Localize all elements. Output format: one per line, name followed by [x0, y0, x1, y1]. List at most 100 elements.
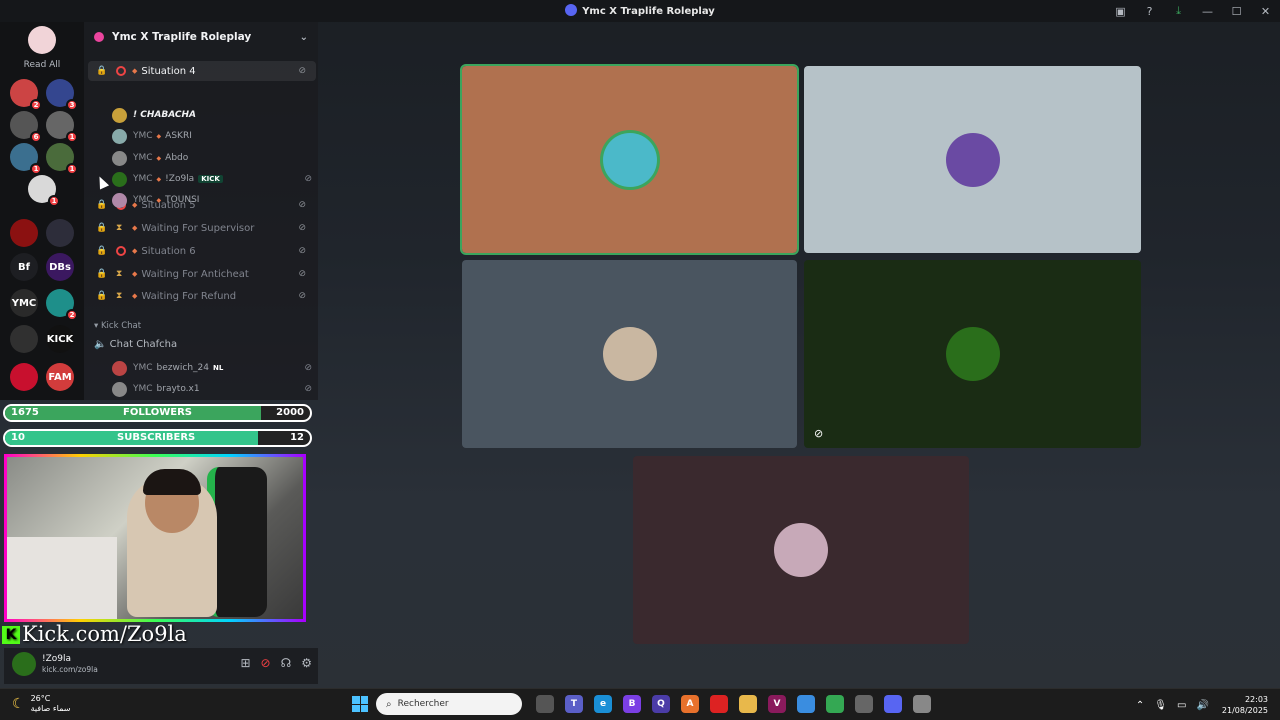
app-a-app-icon[interactable]: A [681, 695, 699, 713]
server-2[interactable]: 3 [46, 79, 78, 111]
server-3[interactable]: 6 [10, 111, 42, 143]
app-v-app-icon[interactable]: V [768, 695, 786, 713]
tile-abdo[interactable] [462, 260, 797, 448]
member-avatar [112, 192, 127, 208]
user-avatar[interactable] [12, 652, 36, 676]
voice-member[interactable]: YMC ◆ TOUNSI [112, 190, 312, 210]
unread-badge: 6 [30, 131, 42, 143]
app-b-app-icon[interactable]: B [623, 695, 641, 713]
eye-slash-icon[interactable]: ⊘ [298, 66, 306, 76]
minimize-button[interactable]: — [1193, 5, 1222, 18]
voice-member[interactable]: YMC bezwich_24 NL ⊘ [112, 358, 312, 378]
guild-header[interactable]: Ymc X Traplife Roleplay ⌄ [84, 22, 318, 52]
server-wolf[interactable] [10, 325, 38, 353]
voice-member[interactable]: YMC ◆ !Zo9la KICK ⊘ [112, 169, 312, 189]
channel-name: Waiting For Refund [141, 290, 237, 302]
gamepad-icon[interactable]: ⊞ [240, 656, 250, 670]
server-ymc-traplife[interactable]: 2 [46, 289, 78, 321]
server-8[interactable] [10, 219, 38, 247]
lock-icon: 🔒 [96, 66, 108, 76]
tile-tounsi[interactable] [633, 456, 969, 644]
voice-channel-0[interactable]: 🔒 ◆ Situation 4 ⊘ [88, 61, 316, 81]
voice-member[interactable]: YMC brayto.x1 ⊘ [112, 379, 312, 399]
participant-avatar [774, 523, 828, 577]
close-button[interactable]: ✕ [1251, 5, 1280, 18]
taskbar-clock[interactable]: 22:03 21/08/2025 [1222, 694, 1268, 716]
diamond-icon: ◆ [132, 270, 138, 278]
volume-icon[interactable]: 🔊 [1196, 700, 1208, 711]
voice-member[interactable]: YMC ◆ Abdo [112, 148, 312, 168]
chevron-up-icon[interactable]: ⌃ [1136, 700, 1144, 711]
category-kick-chat[interactable]: ▾ Kick Chat [94, 321, 141, 331]
app-q-app-icon[interactable]: Q [652, 695, 670, 713]
nl-badge: NL [213, 364, 224, 372]
discord-logo-icon [565, 4, 578, 16]
server-7[interactable]: 1 [28, 175, 60, 207]
edge-app-icon[interactable]: e [594, 695, 612, 713]
read-all-button[interactable]: Read All [0, 60, 84, 70]
server-5[interactable]: 1 [10, 143, 42, 175]
diamond-icon: ◆ [132, 292, 138, 300]
voice-channel-4[interactable]: 🔒 ⧗ ◆ Waiting For Anticheat ⊘ [88, 264, 316, 284]
server-red[interactable] [10, 363, 38, 391]
windows-start-icon[interactable] [352, 696, 368, 712]
lock-icon: 🔒 [96, 223, 108, 233]
server-fam[interactable]: FAM [46, 363, 74, 391]
voice-channel-chat-chafcha[interactable]: 🔈 Chat Chafcha [94, 339, 177, 350]
hourglass-icon: ⧗ [116, 269, 123, 279]
voice-member[interactable]: YMC ◆ ASKRI [112, 126, 312, 146]
maximize-button[interactable]: ☐ [1222, 5, 1251, 18]
taskbar: ☾ 26°C سماء صافية ⌕ Rechercher TeBQAV ⌃ 🎙 … [0, 688, 1280, 720]
monitor-icon[interactable]: ▭ [1177, 700, 1186, 711]
server-bf[interactable]: Bf [10, 253, 38, 281]
task-view-app-icon[interactable] [536, 695, 554, 713]
help-icon[interactable]: ? [1135, 5, 1164, 18]
explorer-app-icon[interactable] [739, 695, 757, 713]
voice-member[interactable]: ! CHABACHA [112, 105, 312, 125]
server-6[interactable]: 1 [46, 143, 78, 175]
home-avatar[interactable] [28, 26, 56, 54]
lock-icon: 🔒 [96, 246, 108, 256]
diamond-icon: ◆ [156, 154, 162, 162]
teams-app-icon[interactable]: T [565, 695, 583, 713]
settings-app-icon[interactable] [913, 695, 931, 713]
weather-widget[interactable]: ☾ 26°C سماء صافية [12, 694, 70, 714]
app-gear-app-icon[interactable] [855, 695, 873, 713]
mic-muted-icon[interactable]: ⊘ [261, 656, 271, 670]
chrome-app-icon[interactable] [826, 695, 844, 713]
channel-name: Situation 6 [141, 245, 196, 257]
webcam-bed [7, 537, 117, 619]
app-red-app-icon[interactable] [710, 695, 728, 713]
settings-gear-icon[interactable]: ⚙ [301, 656, 312, 670]
store-app-icon[interactable] [797, 695, 815, 713]
server-4[interactable]: 1 [46, 111, 78, 143]
headphones-icon[interactable]: ☊ [281, 656, 292, 670]
server-9[interactable] [46, 219, 74, 247]
subscribers-goal-bar: 10 SUBSCRIBERS 12 [3, 429, 312, 447]
download-icon[interactable]: ⤓ [1164, 4, 1193, 18]
chevron-down-icon[interactable]: ⌄ [300, 32, 308, 43]
eye-slash-icon[interactable]: ⊘ [298, 291, 306, 301]
tile-askri[interactable] [804, 66, 1141, 253]
eye-slash-icon[interactable]: ⊘ [298, 269, 306, 279]
taskbar-search[interactable]: ⌕ Rechercher [376, 693, 522, 715]
tile-zo9la[interactable]: ⊘ [804, 260, 1141, 448]
eye-slash-icon[interactable]: ⊘ [298, 223, 306, 233]
voice-channel-5[interactable]: 🔒 ⧗ ◆ Waiting For Refund ⊘ [88, 286, 316, 306]
participant-avatar [945, 327, 1000, 381]
window-title: Ymc X Traplife Roleplay [0, 4, 1280, 17]
screen-share-icon[interactable]: ▣ [1106, 5, 1135, 18]
tile-chabacha[interactable] [460, 64, 799, 255]
server-dbs[interactable]: DBs [46, 253, 74, 281]
no-entry-icon [116, 246, 126, 256]
discord-app-icon[interactable] [884, 695, 902, 713]
server-ymc[interactable]: YMC [10, 289, 38, 317]
voice-channel-3[interactable]: 🔒 ◆ Situation 6 ⊘ [88, 241, 316, 261]
eye-slash-icon[interactable]: ⊘ [298, 246, 306, 256]
hourglass-icon: ⧗ [116, 291, 123, 301]
microphone-icon[interactable]: 🎙 [1154, 700, 1167, 711]
mic-off-icon: ⊘ [304, 174, 312, 184]
server-kick[interactable]: KICK [46, 325, 74, 353]
server-1[interactable]: 2 [10, 79, 42, 111]
voice-channel-2[interactable]: 🔒 ⧗ ◆ Waiting For Supervisor ⊘ [88, 218, 316, 238]
